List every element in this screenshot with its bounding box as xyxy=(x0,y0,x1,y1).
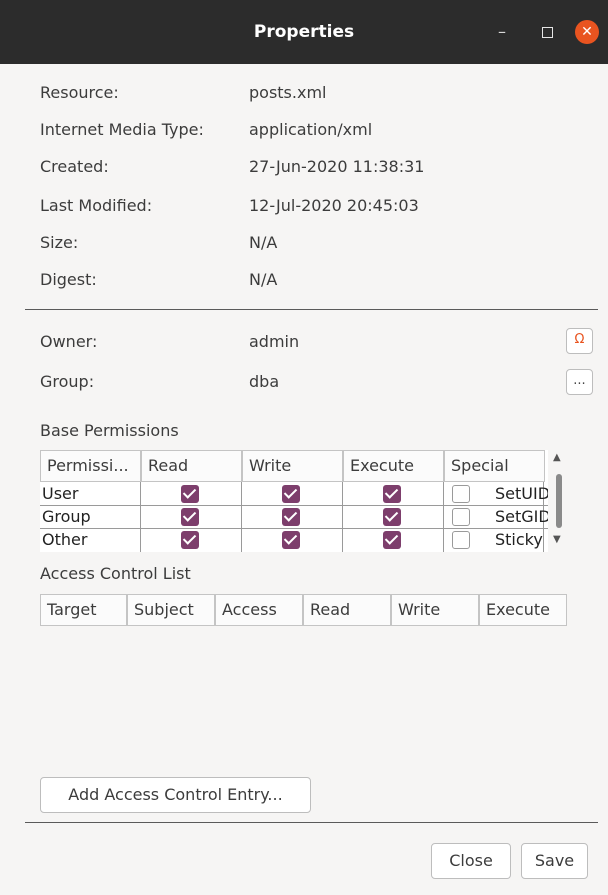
acl-header-write[interactable]: Write xyxy=(391,594,479,626)
created-label: Created: xyxy=(40,157,109,176)
acl-header-read[interactable]: Read xyxy=(303,594,391,626)
digest-label: Digest: xyxy=(40,270,97,289)
setuid-label: SetUID xyxy=(495,484,548,503)
size-value: N/A xyxy=(249,233,278,252)
resource-value: posts.xml xyxy=(249,83,327,102)
group-write-checkbox[interactable] xyxy=(282,508,300,526)
scrollbar-thumb[interactable] xyxy=(556,474,562,528)
created-value: 27-Jun-2020 11:38:31 xyxy=(249,157,425,176)
base-permissions-table: Permissi... Read Write Execute Special U… xyxy=(40,450,548,552)
separator xyxy=(25,309,598,310)
group-read-checkbox[interactable] xyxy=(181,508,199,526)
window-title: Properties xyxy=(253,22,355,42)
last-modified-value: 12-Jul-2020 20:45:03 xyxy=(249,196,419,215)
column-header-execute[interactable]: Execute xyxy=(343,450,444,482)
owner-value: admin xyxy=(249,332,300,351)
user-execute-checkbox[interactable] xyxy=(383,485,401,503)
resource-label: Resource: xyxy=(40,83,119,102)
row-name: Other xyxy=(42,530,88,549)
select-group-button[interactable]: ... xyxy=(566,369,593,395)
permission-row-group[interactable]: Group SetGID xyxy=(40,506,548,529)
permissions-scrollbar[interactable]: ▲ ▼ xyxy=(550,450,568,552)
user-icon: Ω xyxy=(574,332,585,347)
chevron-down-icon[interactable]: ▼ xyxy=(553,534,561,545)
add-access-control-entry-button[interactable]: Add Access Control Entry... xyxy=(40,777,311,813)
acl-header-target[interactable]: Target xyxy=(40,594,127,626)
group-label: Group: xyxy=(40,372,95,391)
acl-header-execute[interactable]: Execute xyxy=(479,594,567,626)
other-write-checkbox[interactable] xyxy=(282,531,300,549)
row-name: Group xyxy=(42,507,91,526)
media-type-value: application/xml xyxy=(249,120,373,139)
row-name: User xyxy=(42,484,79,503)
acl-header-subject[interactable]: Subject xyxy=(127,594,215,626)
other-execute-checkbox[interactable] xyxy=(383,531,401,549)
acl-header-access[interactable]: Access xyxy=(215,594,303,626)
close-button[interactable]: Close xyxy=(431,843,511,879)
setgid-label: SetGID xyxy=(495,507,548,526)
column-header-permission[interactable]: Permissi... xyxy=(40,450,141,482)
digest-value: N/A xyxy=(249,270,278,289)
user-read-checkbox[interactable] xyxy=(181,485,199,503)
select-owner-button[interactable]: Ω xyxy=(566,328,593,354)
media-type-label: Internet Media Type: xyxy=(40,120,204,139)
setuid-checkbox[interactable] xyxy=(452,485,470,503)
owner-label: Owner: xyxy=(40,332,98,351)
sticky-label: Sticky xyxy=(495,530,543,549)
group-value: dba xyxy=(249,372,280,391)
size-label: Size: xyxy=(40,233,79,252)
column-header-read[interactable]: Read xyxy=(141,450,242,482)
permission-row-other[interactable]: Other Sticky xyxy=(40,529,548,552)
user-write-checkbox[interactable] xyxy=(282,485,300,503)
base-permissions-title: Base Permissions xyxy=(40,421,179,440)
column-header-special[interactable]: Special xyxy=(444,450,545,482)
group-execute-checkbox[interactable] xyxy=(383,508,401,526)
close-icon[interactable]: ✕ xyxy=(575,20,599,44)
last-modified-label: Last Modified: xyxy=(40,196,153,215)
column-header-write[interactable]: Write xyxy=(242,450,343,482)
setgid-checkbox[interactable] xyxy=(452,508,470,526)
sticky-checkbox[interactable] xyxy=(452,531,470,549)
permission-row-user[interactable]: User SetUID xyxy=(40,483,548,506)
other-read-checkbox[interactable] xyxy=(181,531,199,549)
acl-title: Access Control List xyxy=(40,564,191,583)
save-button[interactable]: Save xyxy=(521,843,588,879)
maximize-icon[interactable] xyxy=(533,20,561,44)
window-titlebar[interactable]: Properties – ✕ xyxy=(0,0,608,64)
separator xyxy=(25,822,598,823)
chevron-up-icon[interactable]: ▲ xyxy=(553,452,561,463)
minimize-icon[interactable]: – xyxy=(488,20,516,44)
